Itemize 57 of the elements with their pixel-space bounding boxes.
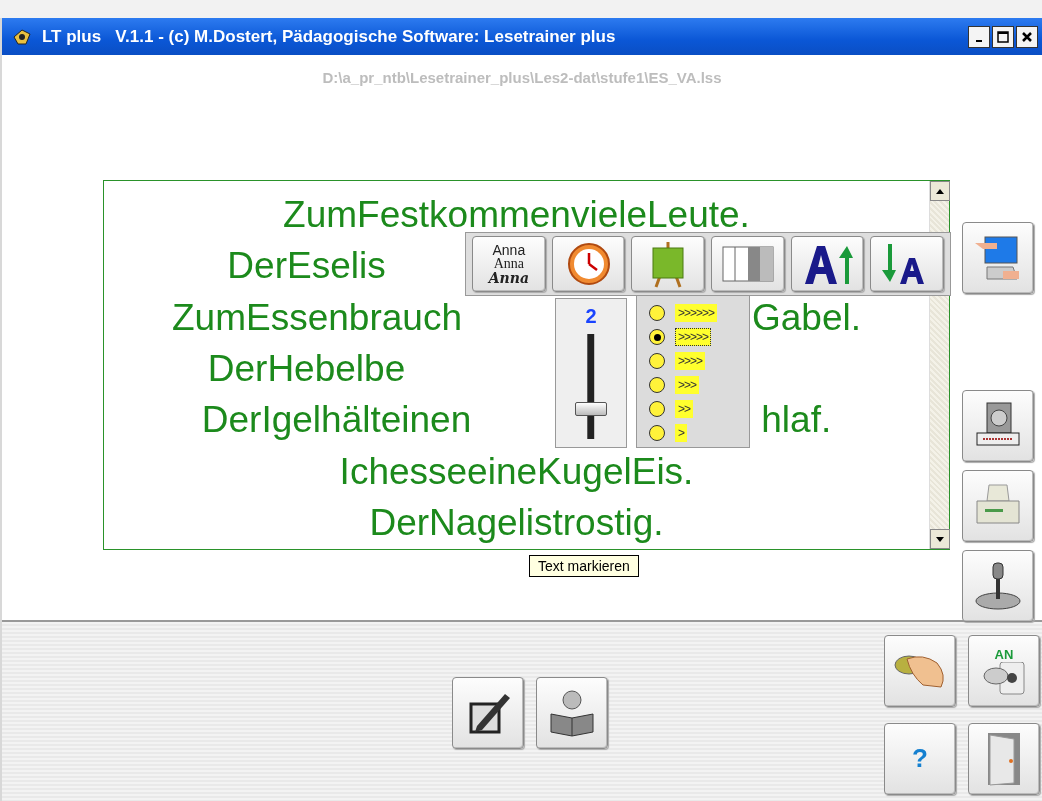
clock-icon	[566, 242, 611, 286]
joystick-icon	[973, 561, 1023, 611]
font-style-button[interactable]: Anna Anna Anna	[472, 236, 546, 292]
pointer-button[interactable]	[962, 222, 1034, 294]
app-icon	[12, 27, 32, 46]
maximize-icon	[997, 30, 1009, 43]
speed-option-label[interactable]: >>>>	[675, 352, 706, 370]
help-button[interactable]: ?	[884, 722, 956, 795]
close-button[interactable]	[1016, 25, 1038, 48]
reader-button[interactable]	[536, 677, 608, 749]
mouse-button[interactable]	[884, 635, 956, 707]
sentence-text: IchesseeineKugelEis.	[339, 450, 694, 493]
maximize-button[interactable]	[992, 25, 1014, 48]
speed-value: 2	[585, 305, 597, 328]
sentence-text: DerEselis	[227, 245, 386, 288]
joystick-button[interactable]	[962, 550, 1034, 622]
speed-option-label[interactable]: >>>	[675, 376, 700, 394]
clock-button[interactable]	[551, 236, 626, 292]
radio-button[interactable]	[649, 425, 665, 441]
columns-icon	[721, 246, 774, 282]
shrink-button[interactable]	[870, 236, 945, 292]
speed-option-label[interactable]: >>	[675, 400, 693, 418]
radio-button[interactable]	[649, 305, 665, 321]
columns-button[interactable]	[711, 236, 785, 292]
sentence-text: hlaf.	[761, 399, 832, 442]
radio-button[interactable]	[649, 329, 665, 345]
sentence-text: Gabel.	[751, 296, 861, 339]
speed-option-label[interactable]: >	[675, 424, 687, 442]
radio-button[interactable]	[649, 401, 665, 417]
radio-button[interactable]	[649, 377, 665, 393]
radio-button[interactable]	[649, 353, 665, 369]
sentence-text: DerIgelhälteinen	[201, 399, 472, 442]
sentence-text: DerNagelistrostig.	[369, 502, 664, 545]
close-icon	[1021, 30, 1033, 43]
scroll-down-button[interactable]	[930, 529, 950, 549]
printer-button[interactable]	[962, 470, 1034, 542]
sentence-text: ZumEssenbrauch	[172, 296, 462, 339]
speed-option-label[interactable]: >>>>>	[675, 328, 712, 346]
minimize-icon	[976, 39, 982, 42]
caret-up-icon	[936, 188, 944, 194]
file-path: D:\a_pr_ntb\Lesetrainer_plus\Les2-dat\stufe1\ES_VA.lss	[321, 69, 723, 86]
caret-down-icon	[936, 536, 944, 542]
slider-thumb[interactable]	[575, 402, 607, 417]
speed-option-label[interactable]: >>>>>>	[675, 304, 718, 322]
edit-button[interactable]	[452, 677, 524, 749]
speaker-button[interactable]	[962, 390, 1034, 462]
window-title: LT plus V.1.1 - (c) M.Dostert, Pädagogische Software: Lesetrainer plus	[42, 26, 617, 47]
easel-button[interactable]	[631, 236, 705, 292]
door-button[interactable]	[968, 722, 1040, 795]
scroll-up-button[interactable]	[930, 181, 950, 201]
tooltip: Text markieren	[529, 555, 639, 577]
toggle-switch-icon	[982, 661, 1026, 696]
sentence-text: ZumFestkommenvieleLeute.	[283, 193, 750, 236]
child-reading-icon	[547, 688, 597, 738]
grow-button[interactable]	[790, 236, 865, 292]
minimize-button[interactable]	[968, 25, 990, 48]
sentence-text: DerHebelbe	[207, 347, 406, 390]
